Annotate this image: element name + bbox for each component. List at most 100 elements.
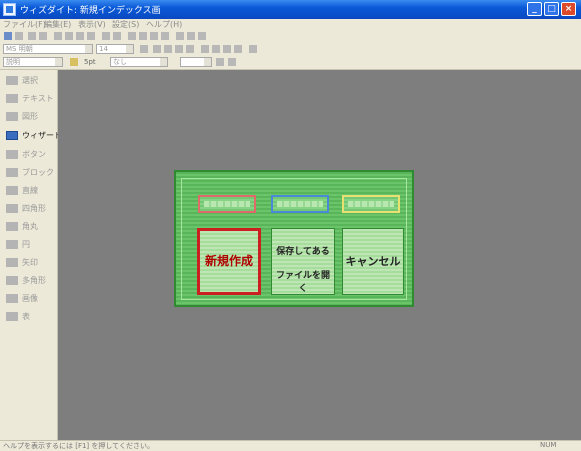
tool-table[interactable]: 表 <box>2 309 56 324</box>
cancel-button[interactable]: キャンセル <box>342 228 404 295</box>
chevron-down-icon <box>204 58 211 66</box>
italic-icon[interactable] <box>164 45 172 53</box>
grid-icon[interactable] <box>128 32 136 40</box>
chevron-down-icon <box>160 58 167 66</box>
tool-line[interactable]: 直線 <box>2 183 56 198</box>
zoom-in-icon[interactable] <box>150 32 158 40</box>
style-select[interactable]: 説明 <box>3 57 63 67</box>
standard-toolbar <box>0 30 581 43</box>
canvas-workspace[interactable]: 新規作成 保存してある ファイルを開く キャンセル <box>58 70 581 440</box>
tool-label: 直線 <box>22 186 38 195</box>
minimize-button[interactable]: _ <box>527 2 542 16</box>
slot-fill <box>277 201 323 207</box>
image-icon <box>6 294 18 303</box>
style-toolbar: 説明 5pt なし <box>0 56 581 70</box>
tool-label: ブロック <box>22 168 54 177</box>
settings-icon[interactable] <box>187 32 195 40</box>
align-icon[interactable] <box>139 32 147 40</box>
line-width-label: 5pt <box>84 58 96 66</box>
circle-icon <box>6 240 18 249</box>
tool-block[interactable]: ブロック <box>2 165 56 180</box>
rounded-rect-icon <box>6 222 18 231</box>
slot-box-1[interactable] <box>198 195 256 213</box>
cut-icon[interactable] <box>54 32 62 40</box>
open-file-button[interactable]: 保存してある ファイルを開く <box>271 228 335 295</box>
frame-icon[interactable] <box>228 58 236 66</box>
delete-icon[interactable] <box>87 32 95 40</box>
shadow-select[interactable] <box>180 57 212 67</box>
tool-label: ウィザード <box>22 131 62 140</box>
help-icon[interactable] <box>198 32 206 40</box>
app-icon[interactable] <box>3 3 16 16</box>
preview-icon[interactable] <box>176 32 184 40</box>
underline-icon[interactable] <box>175 45 183 53</box>
button-icon <box>6 150 18 159</box>
text-color-icon[interactable] <box>140 45 148 53</box>
fill-bucket-icon[interactable] <box>216 58 224 66</box>
tool-polygon[interactable]: 多角形 <box>2 273 56 288</box>
tool-label: 選択 <box>22 76 38 85</box>
fill-color-select[interactable]: なし <box>110 57 168 67</box>
tool-text[interactable]: テキスト <box>2 91 56 106</box>
paste-icon[interactable] <box>76 32 84 40</box>
menu-view[interactable]: 表示(V) <box>78 19 106 30</box>
align-left-icon[interactable] <box>201 45 209 53</box>
fill-color-value: なし <box>113 58 127 66</box>
shape-icon <box>6 112 18 121</box>
tool-label: 円 <box>22 240 30 249</box>
menu-bar: ファイル(F) 編集(E) 表示(V) 設定(S) ヘルプ(H) <box>0 19 581 30</box>
tool-label: 矢印 <box>22 258 38 267</box>
print-icon[interactable] <box>39 32 47 40</box>
font-name-select[interactable]: MS 明朝 <box>3 44 93 54</box>
tool-label: 角丸 <box>22 222 38 231</box>
open-folder-icon[interactable] <box>15 32 23 40</box>
bold-icon[interactable] <box>153 45 161 53</box>
font-size-select[interactable]: 14 <box>96 44 134 54</box>
tool-label: テキスト <box>22 94 54 103</box>
undo-icon[interactable] <box>102 32 110 40</box>
new-file-icon[interactable] <box>4 32 12 40</box>
maximize-button[interactable]: □ <box>544 2 559 16</box>
tool-circle[interactable]: 円 <box>2 237 56 252</box>
strikethrough-icon[interactable] <box>186 45 194 53</box>
slot-fill <box>348 201 394 207</box>
style-value: 説明 <box>6 58 20 66</box>
tool-image[interactable]: 画像 <box>2 291 56 306</box>
menu-help[interactable]: ヘルプ(H) <box>146 19 182 30</box>
save-icon[interactable] <box>28 32 36 40</box>
line-color-icon[interactable] <box>70 58 78 66</box>
window-title: ウィズダイト: 新規インデックス画 <box>20 6 161 16</box>
tool-label: 多角形 <box>22 276 46 285</box>
tool-label: 表 <box>22 312 30 321</box>
tool-wizard[interactable]: ウィザード <box>2 128 62 143</box>
align-center-icon[interactable] <box>212 45 220 53</box>
tool-label: 四角形 <box>22 204 46 213</box>
tool-shape[interactable]: 図形 <box>2 109 56 124</box>
copy-icon[interactable] <box>65 32 73 40</box>
vertical-text-icon[interactable] <box>249 45 257 53</box>
slot-box-3[interactable] <box>342 195 400 213</box>
menu-edit[interactable]: 編集(E) <box>44 19 71 30</box>
slot-box-2[interactable] <box>271 195 329 213</box>
tool-label: ボタン <box>22 150 46 159</box>
justify-icon[interactable] <box>234 45 242 53</box>
menu-settings[interactable]: 設定(S) <box>112 19 139 30</box>
table-icon <box>6 312 18 321</box>
chevron-down-icon <box>126 45 133 53</box>
tool-button[interactable]: ボタン <box>2 147 56 162</box>
chevron-down-icon <box>55 58 62 66</box>
close-button[interactable]: × <box>561 2 576 16</box>
menu-file[interactable]: ファイル(F) <box>3 19 46 30</box>
new-project-button[interactable]: 新規作成 <box>197 228 261 295</box>
rectangle-icon <box>6 204 18 213</box>
align-right-icon[interactable] <box>223 45 231 53</box>
polygon-icon <box>6 276 18 285</box>
tool-arrow[interactable]: 矢印 <box>2 255 56 270</box>
menu-screen-design[interactable]: 新規作成 保存してある ファイルを開く キャンセル <box>174 170 414 307</box>
tool-select[interactable]: 選択 <box>2 73 56 88</box>
tool-rounded-rect[interactable]: 角丸 <box>2 219 56 234</box>
tool-rect[interactable]: 四角形 <box>2 201 56 216</box>
font-toolbar: MS 明朝 14 <box>0 43 581 56</box>
redo-icon[interactable] <box>113 32 121 40</box>
zoom-out-icon[interactable] <box>161 32 169 40</box>
